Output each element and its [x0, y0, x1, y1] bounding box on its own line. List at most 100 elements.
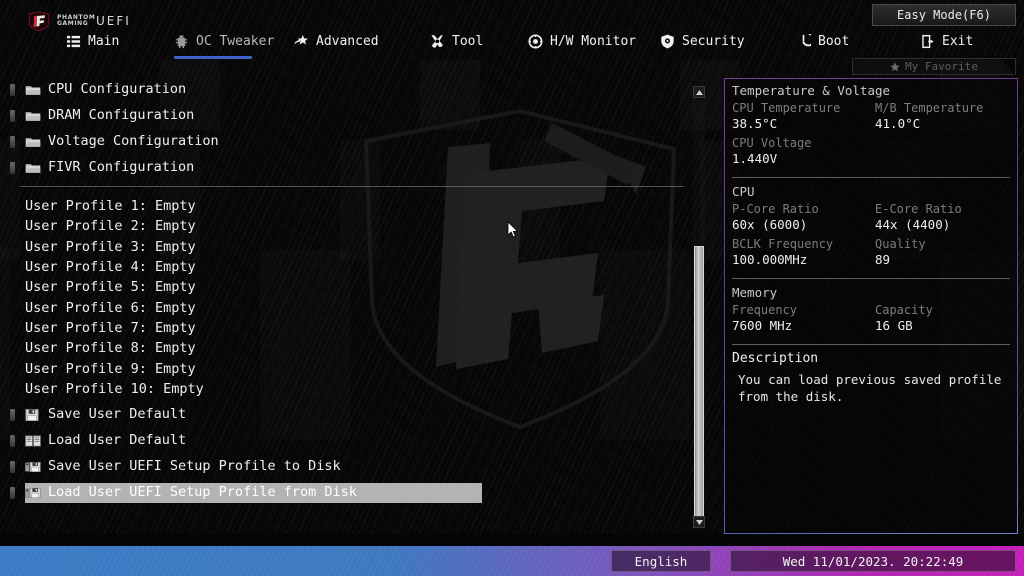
floppy-from-disk-icon	[25, 486, 41, 500]
nav-tab-oc-tweaker[interactable]: OC Tweaker	[174, 28, 275, 59]
nav-tab-security[interactable]: Security	[660, 28, 745, 54]
user-profile-row[interactable]: User Profile 5: Empty	[0, 277, 712, 297]
nav-tab-label: Advanced	[316, 33, 379, 49]
section-divider	[20, 186, 684, 187]
action-row-save-user-uefi-setup-profile-to-disk[interactable]: Save User UEFI Setup Profile to Disk	[0, 457, 712, 477]
divider-1	[732, 177, 1010, 178]
temperature-voltage-title: Temperature & Voltage	[732, 83, 891, 98]
row-marker	[10, 486, 15, 499]
nav-tab-label: Boot	[818, 33, 850, 49]
cpu-temperature-label: CPU Temperature	[732, 101, 841, 115]
pcore-ratio-value: 60x (6000)	[732, 217, 808, 232]
memory-capacity-label: Capacity	[875, 303, 933, 317]
user-profile-label: User Profile 2: Empty	[25, 218, 196, 235]
user-profile-row[interactable]: User Profile 6: Empty	[0, 297, 712, 317]
cpu-grid: P-Core Ratio E-Core Ratio 60x (6000) 44x…	[732, 201, 1010, 271]
row-marker	[10, 434, 15, 447]
menu-row-label: Load User UEFI Setup Profile from Disk	[48, 484, 357, 501]
nav-tab-boot[interactable]: Boot	[796, 28, 849, 54]
user-profile-row[interactable]: User Profile 3: Empty	[0, 237, 712, 257]
row-marker	[10, 84, 15, 96]
nav-tab-tool[interactable]: Tool	[430, 28, 483, 54]
action-row-save-user-default[interactable]: Save User Default	[0, 405, 712, 425]
shield-icon	[660, 34, 675, 49]
gauge-icon	[528, 34, 543, 49]
folder-icon	[25, 161, 41, 175]
status-bar: English Wed 11/01/2023. 20:22:49	[0, 546, 1024, 576]
bclk-frequency-label: BCLK Frequency	[732, 237, 834, 251]
book-load-icon	[25, 435, 41, 447]
divider-3	[732, 344, 1010, 345]
user-profile-label: User Profile 8: Empty	[25, 340, 196, 357]
description-line-1: You can load previous saved profile	[738, 372, 1002, 387]
scroll-down-arrow[interactable]	[693, 516, 705, 528]
user-profile-row[interactable]: User Profile 8: Empty	[0, 338, 712, 358]
menu-row-label: CPU Configuration	[48, 81, 187, 98]
user-profile-row[interactable]: User Profile 2: Empty	[0, 216, 712, 236]
submenu-row-fivr-configuration[interactable]: FIVR Configuration	[0, 158, 712, 178]
main-content-list: CPU Configuration DRAM Configuration Vol…	[0, 80, 712, 532]
active-tab-underline	[174, 56, 252, 59]
scrollbar-track[interactable]	[693, 100, 705, 528]
bottom-black-strip	[0, 534, 1024, 546]
submenu-row-voltage-configuration[interactable]: Voltage Configuration	[0, 132, 712, 152]
mb-temperature-value: 41.0°C	[875, 116, 921, 131]
action-row-load-user-default[interactable]: Load User Default	[0, 431, 712, 451]
floppy-to-disk-icon	[25, 461, 41, 472]
nav-tab-label: Tool	[452, 33, 484, 49]
power-icon	[801, 33, 811, 46]
user-profile-label: User Profile 5: Empty	[25, 279, 196, 296]
spacer-cell-2	[875, 151, 1010, 167]
nav-tab-exit[interactable]: Exit	[920, 28, 973, 54]
user-profile-row[interactable]: User Profile 10: Empty	[0, 379, 712, 399]
language-button[interactable]: English	[611, 550, 711, 572]
book-load-icon	[25, 434, 41, 448]
floppy-to-disk-icon	[25, 460, 41, 474]
favorite-corner-cut	[1002, 59, 1015, 76]
easy-mode-button[interactable]: Easy Mode(F6)	[872, 4, 1016, 26]
menu-row-label: Load User Default	[48, 432, 187, 449]
action-row-load-user-uefi-setup-profile-from-disk[interactable]: Load User UEFI Setup Profile from Disk	[0, 482, 712, 503]
cpu-voltage-value: 1.440V	[732, 151, 778, 166]
spacer-cell	[875, 135, 1010, 151]
row-marker	[10, 136, 15, 148]
user-profile-row[interactable]: User Profile 1: Empty	[0, 196, 712, 216]
floppy-save-icon	[25, 408, 41, 422]
row-marker	[10, 408, 15, 421]
memory-section-title: Memory	[732, 285, 778, 300]
submenu-row-cpu-configuration[interactable]: CPU Configuration	[0, 80, 712, 100]
floppy-from-disk-icon	[25, 487, 41, 498]
my-favorite-label: My Favorite	[905, 60, 978, 73]
list-icon	[66, 34, 81, 49]
nav-tab-label: OC Tweaker	[196, 33, 275, 49]
content-scrollbar[interactable]	[692, 86, 706, 528]
nav-tab-main[interactable]: Main	[66, 28, 119, 54]
user-profile-label: User Profile 3: Empty	[25, 238, 196, 255]
cpu-voltage-label: CPU Voltage	[732, 136, 812, 150]
nav-tab-advanced[interactable]: Advanced	[294, 28, 379, 54]
scrollbar-thumb[interactable]	[694, 246, 704, 528]
scroll-up-arrow[interactable]	[693, 86, 705, 98]
chip-icon	[175, 34, 188, 48]
bclk-frequency-value: 100.000MHz	[732, 252, 808, 267]
user-profile-row[interactable]: User Profile 4: Empty	[0, 257, 712, 277]
folder-icon	[25, 86, 41, 95]
exit-icon	[922, 34, 934, 48]
menu-row-label: Save User Default	[48, 406, 187, 423]
my-favorite-button[interactable]: My Favorite	[852, 58, 1016, 76]
user-profile-label: User Profile 9: Empty	[25, 360, 196, 377]
folder-icon	[25, 138, 41, 147]
folder-icon	[25, 83, 41, 97]
nav-tab-label: Security	[682, 33, 745, 49]
user-profile-row[interactable]: User Profile 7: Empty	[0, 318, 712, 338]
power-icon	[796, 33, 811, 49]
cpu-section-title: CPU	[732, 184, 755, 199]
datetime-display[interactable]: Wed 11/01/2023. 20:22:49	[730, 550, 1016, 572]
menu-row-label: Voltage Configuration	[48, 133, 219, 150]
submenu-row-dram-configuration[interactable]: DRAM Configuration	[0, 106, 712, 126]
nav-tab-h-w-monitor[interactable]: H/W Monitor	[528, 28, 636, 54]
nav-tab-label: Exit	[942, 33, 974, 49]
list-icon	[66, 35, 81, 47]
user-profile-row[interactable]: User Profile 9: Empty	[0, 358, 712, 378]
header: PHANTOM GAMING UEFI Main OC Tweaker Adva…	[0, 0, 1024, 76]
